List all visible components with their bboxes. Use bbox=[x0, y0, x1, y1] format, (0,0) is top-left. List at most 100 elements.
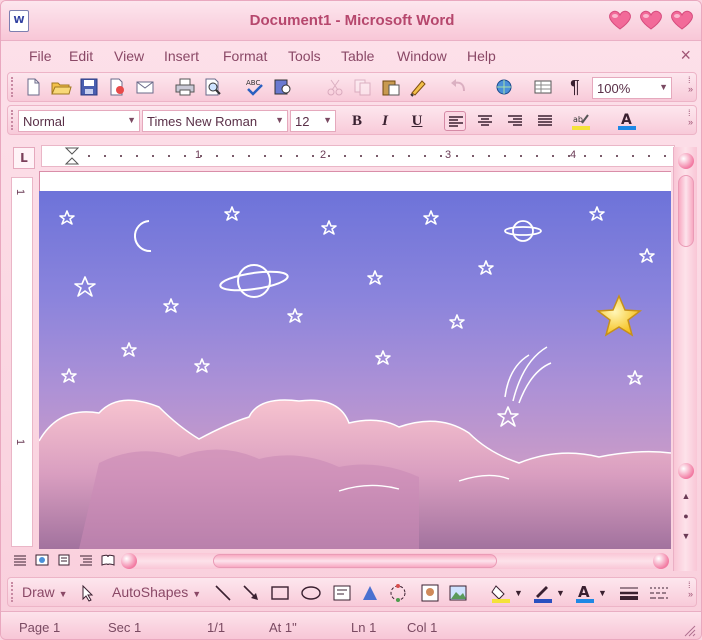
insert-picture-icon[interactable] bbox=[448, 583, 468, 603]
align-center-button[interactable] bbox=[474, 111, 496, 131]
align-right-button[interactable] bbox=[504, 111, 526, 131]
horizontal-ruler-area: L 1 2 3 4 bbox=[7, 139, 697, 175]
paste-button[interactable] bbox=[380, 77, 402, 97]
ruler-tick bbox=[344, 155, 346, 157]
hyperlink-button[interactable] bbox=[494, 77, 516, 97]
close-document-button[interactable]: × bbox=[680, 45, 691, 66]
undo-button[interactable] bbox=[448, 77, 470, 97]
title-bar[interactable]: W Document1 - Microsoft Word bbox=[1, 1, 701, 41]
line-icon[interactable] bbox=[214, 584, 232, 602]
print-preview-icon bbox=[205, 78, 221, 96]
rectangle-icon[interactable] bbox=[270, 584, 290, 602]
ruler-tick bbox=[200, 155, 202, 157]
normal-view-icon[interactable] bbox=[13, 554, 27, 566]
align-left-button[interactable] bbox=[444, 111, 466, 131]
oval-icon[interactable] bbox=[300, 584, 322, 602]
spelling-button[interactable]: ABC bbox=[244, 77, 266, 97]
menu-table[interactable]: Table bbox=[341, 48, 374, 64]
maximize-heart-button[interactable] bbox=[638, 9, 664, 31]
toolbar-grip[interactable] bbox=[11, 77, 15, 97]
toolbar-options-icon[interactable]: ⁞» bbox=[688, 76, 693, 94]
scroll-left-button[interactable] bbox=[121, 553, 137, 569]
arrow-icon[interactable] bbox=[242, 584, 260, 602]
tables-borders-button[interactable] bbox=[532, 77, 554, 97]
tab-selector[interactable]: L bbox=[13, 147, 35, 169]
font-select[interactable]: Times New Roman ▼ bbox=[142, 110, 288, 132]
next-page-icon[interactable]: ▼ bbox=[680, 531, 692, 541]
research-button[interactable] bbox=[272, 77, 294, 97]
copy-button[interactable] bbox=[352, 77, 374, 97]
line-style-icon[interactable] bbox=[618, 583, 640, 603]
text-box-icon[interactable] bbox=[332, 584, 352, 602]
fill-color-icon[interactable]: ▼ bbox=[490, 582, 526, 604]
document-page[interactable] bbox=[39, 171, 671, 191]
justify-button[interactable] bbox=[534, 111, 556, 131]
line-color-icon[interactable]: ▼ bbox=[532, 582, 568, 604]
permission-button[interactable] bbox=[106, 77, 128, 97]
menu-tools[interactable]: Tools bbox=[288, 48, 321, 64]
scroll-down-button[interactable] bbox=[678, 463, 694, 479]
reading-layout-icon[interactable] bbox=[101, 554, 115, 566]
ruler-tick bbox=[216, 155, 218, 157]
print-layout-icon[interactable] bbox=[57, 554, 71, 566]
ruler-number: 4 bbox=[570, 149, 577, 161]
toolbar-options-icon[interactable]: ⁞» bbox=[688, 581, 693, 599]
font-color-button[interactable]: A bbox=[616, 111, 638, 131]
cut-button[interactable] bbox=[324, 77, 346, 97]
bold-button[interactable]: B bbox=[346, 111, 368, 131]
menu-window[interactable]: Window bbox=[397, 48, 447, 64]
resize-grip-icon[interactable] bbox=[683, 624, 697, 638]
underline-button[interactable]: U bbox=[406, 111, 428, 131]
select-objects-icon[interactable] bbox=[80, 584, 96, 602]
clip-art-icon[interactable] bbox=[420, 583, 440, 603]
toolbar-grip[interactable] bbox=[11, 582, 15, 602]
font-size-select[interactable]: 12 ▼ bbox=[290, 110, 336, 132]
ruler-tick bbox=[424, 155, 426, 157]
previous-page-icon[interactable]: ▲ bbox=[680, 491, 692, 501]
menu-view[interactable]: View bbox=[114, 48, 144, 64]
draw-menu-button[interactable]: Draw ▼ bbox=[22, 584, 67, 600]
wordart-icon[interactable] bbox=[360, 583, 380, 603]
ruler-tick bbox=[88, 155, 90, 157]
vertical-scroll-thumb[interactable] bbox=[678, 175, 694, 247]
menu-bar: File Edit View Insert Format Tools Table… bbox=[7, 43, 697, 69]
scroll-right-button[interactable] bbox=[653, 553, 669, 569]
ruler-tick bbox=[280, 155, 282, 157]
vertical-scrollbar[interactable]: ▲ ● ▼ bbox=[673, 147, 697, 571]
open-button[interactable] bbox=[50, 77, 72, 97]
email-button[interactable] bbox=[134, 77, 156, 97]
ruler-tick bbox=[536, 155, 538, 157]
zoom-select[interactable]: 100% ▼ bbox=[592, 77, 672, 99]
horizontal-ruler[interactable]: 1 2 3 4 bbox=[41, 145, 675, 167]
highlight-button[interactable]: ab bbox=[570, 111, 592, 131]
print-button[interactable] bbox=[174, 77, 196, 97]
toolbar-options-icon[interactable]: ⁞» bbox=[688, 109, 693, 127]
italic-button[interactable]: I bbox=[374, 111, 396, 131]
menu-insert[interactable]: Insert bbox=[164, 48, 199, 64]
horizontal-scroll-thumb[interactable] bbox=[213, 554, 497, 568]
minimize-heart-button[interactable] bbox=[607, 9, 633, 31]
menu-file[interactable]: File bbox=[29, 48, 52, 64]
menu-edit[interactable]: Edit bbox=[69, 48, 93, 64]
toolbar-grip[interactable] bbox=[11, 110, 15, 130]
menu-format[interactable]: Format bbox=[223, 48, 267, 64]
format-painter-button[interactable] bbox=[408, 77, 430, 97]
scroll-up-button[interactable] bbox=[678, 153, 694, 169]
new-document-button[interactable] bbox=[22, 77, 44, 97]
autoshapes-menu-button[interactable]: AutoShapes ▼ bbox=[112, 584, 201, 600]
outline-view-icon[interactable] bbox=[79, 554, 93, 566]
horizontal-scrollbar[interactable] bbox=[121, 553, 669, 569]
menu-help[interactable]: Help bbox=[467, 48, 496, 64]
print-preview-button[interactable] bbox=[202, 77, 224, 97]
ruler-tick bbox=[504, 155, 506, 157]
web-layout-icon[interactable] bbox=[35, 554, 49, 566]
save-button[interactable] bbox=[78, 77, 100, 97]
dash-style-icon[interactable] bbox=[648, 583, 670, 603]
select-browse-object-icon[interactable]: ● bbox=[680, 511, 692, 521]
font-color-icon[interactable]: A ▼ bbox=[574, 582, 610, 604]
style-select[interactable]: Normal ▼ bbox=[18, 110, 140, 132]
vertical-ruler[interactable]: 1 1 bbox=[11, 177, 33, 547]
close-heart-button[interactable] bbox=[669, 9, 695, 31]
diagram-icon[interactable] bbox=[388, 583, 408, 603]
show-hide-button[interactable]: ¶ bbox=[564, 77, 586, 97]
